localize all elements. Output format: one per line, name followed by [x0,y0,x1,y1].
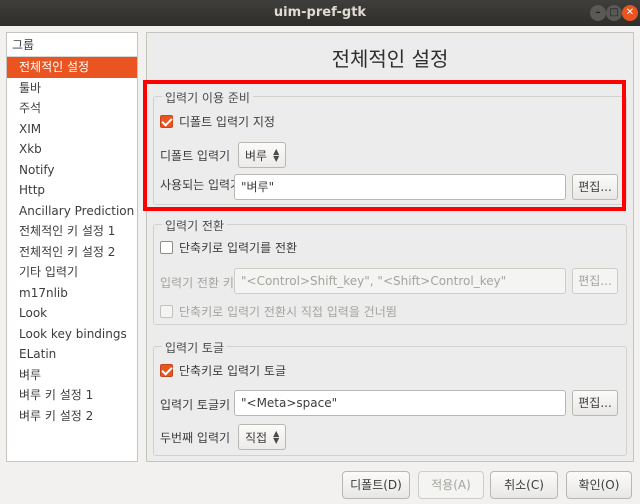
sidebar-item-notify[interactable]: Notify [7,160,137,181]
sidebar-item-toolbar[interactable]: 툴바 [7,78,137,99]
enabled-im-label: 사용되는 입력기 [160,178,242,192]
sidebar-item-other-im[interactable]: 기타 입력기 [7,262,137,283]
default-im-checkbox[interactable] [160,115,173,128]
toggle-key-label: 입력기 토글키 [160,398,231,412]
switch-key-label: 입력기 전환 키 [160,276,234,290]
sidebar-item-global-keys-1[interactable]: 전체적인 키 설정 1 [7,221,137,242]
apply-button[interactable]: 적용(A) [418,471,484,499]
sidebar-header[interactable]: 그룹 [7,33,137,57]
edit-switch-key-button[interactable]: 편집... [572,268,618,294]
sidebar-item-elatin[interactable]: ELatin [7,344,137,365]
sidebar-item-global[interactable]: 전체적인 설정 [7,57,137,78]
sidebar-item-byeoru-keys-1[interactable]: 벼루 키 설정 1 [7,385,137,406]
edit-enabled-im-button[interactable]: 편집... [572,174,618,200]
ok-button[interactable]: 확인(O) [566,471,632,499]
toggle-im-checkbox[interactable] [160,364,173,377]
defaults-button[interactable]: 디폴트(D) [342,471,410,499]
settings-panel: 전체적인 설정 입력기 이용 준비 디폴트 입력기 지정 디폴트 입력기 벼루 … [146,32,634,462]
cancel-button[interactable]: 취소(C) [490,471,558,499]
sidebar-item-global-keys-2[interactable]: 전체적인 키 설정 2 [7,242,137,263]
sidebar-list: 전체적인 설정 툴바 주석 XIM Xkb Notify Http Ancill… [7,57,137,426]
skip-check-label: 단축키로 입력기 전환시 직접 입력을 건너뜀 [179,305,397,319]
skip-direct-checkbox[interactable] [160,305,173,318]
window-title: uim-pref-gtk [273,5,367,20]
switch-im-checkbox[interactable] [160,241,173,254]
second-im-row: 두번째 입력기 직접 ▲ ▼ [160,424,287,450]
minimize-icon[interactable]: – [590,5,606,21]
sidebar-item-annotation[interactable]: 주석 [7,98,137,119]
sidebar-item-xim[interactable]: XIM [7,119,137,140]
default-im-check-label: 디폴트 입력기 지정 [179,115,275,129]
default-im-check-row[interactable]: 디폴트 입력기 지정 [160,113,275,130]
sidebar-item-byeoru[interactable]: 벼루 [7,365,137,386]
group-title: 입력기 전환 [162,217,228,234]
default-im-row: 디폴트 입력기 벼루 ▲ ▼ [160,142,287,168]
enabled-im-field[interactable]: "벼루" [234,174,566,200]
switch-check-label: 단축키로 입력기를 전환 [179,241,298,255]
sidebar-item-look-key-bindings[interactable]: Look key bindings [7,324,137,345]
default-im-label: 디폴트 입력기 [160,148,231,163]
default-im-select[interactable]: 벼루 ▲ ▼ [238,142,287,168]
title-bar: uim-pref-gtk – □ ✕ [0,0,640,26]
switch-key-row: 입력기 전환 키 [160,274,234,291]
im-prepare-group: 입력기 이용 준비 디폴트 입력기 지정 디폴트 입력기 벼루 ▲ ▼ 사용되는 … [153,89,627,205]
toggle-key-field[interactable]: "<Meta>space" [234,390,566,416]
uim-pref-window: uim-pref-gtk – □ ✕ 그룹 전체적인 설정 툴바 주석 XIM … [0,0,640,504]
sidebar-item-byeoru-keys-2[interactable]: 벼루 키 설정 2 [7,406,137,427]
group-title: 입력기 토글 [162,339,228,356]
sidebar-item-ancillary-prediction[interactable]: Ancillary Prediction [7,201,137,222]
maximize-icon[interactable]: □ [606,5,622,21]
toggle-check-row[interactable]: 단축키로 입력기 토글 [160,362,286,379]
edit-toggle-key-button[interactable]: 편집... [572,390,618,416]
second-im-value: 직접 [245,430,268,445]
toggle-key-row: 입력기 토글키 [160,396,230,413]
switch-check-row[interactable]: 단축키로 입력기를 전환 [160,239,297,256]
skip-check-row[interactable]: 단축키로 입력기 전환시 직접 입력을 건너뜀 [160,303,397,320]
sidebar-item-http[interactable]: Http [7,180,137,201]
toggle-check-label: 단축키로 입력기 토글 [179,364,286,378]
second-im-select[interactable]: 직접 ▲ ▼ [238,424,287,450]
default-im-value: 벼루 [245,148,268,163]
enabled-im-row: 사용되는 입력기 [160,176,241,193]
im-toggle-group: 입력기 토글 단축키로 입력기 토글 입력기 토글키 "<Meta>space"… [153,339,627,456]
group-sidebar: 그룹 전체적인 설정 툴바 주석 XIM Xkb Notify Http Anc… [6,32,138,462]
second-im-label: 두번째 입력기 [160,430,231,445]
im-switch-group: 입력기 전환 단축키로 입력기를 전환 입력기 전환 키 "<Control>S… [153,217,627,325]
page-title: 전체적인 설정 [331,47,449,71]
sidebar-item-xkb[interactable]: Xkb [7,139,137,160]
sidebar-item-look[interactable]: Look [7,303,137,324]
updown-icon: ▲ ▼ [273,147,280,163]
updown-icon: ▲ ▼ [273,429,280,445]
close-icon[interactable]: ✕ [622,5,638,21]
switch-key-field[interactable]: "<Control>Shift_key", "<Shift>Control_ke… [234,268,566,294]
group-title: 입력기 이용 준비 [162,89,253,106]
sidebar-item-m17nlib[interactable]: m17nlib [7,283,137,304]
